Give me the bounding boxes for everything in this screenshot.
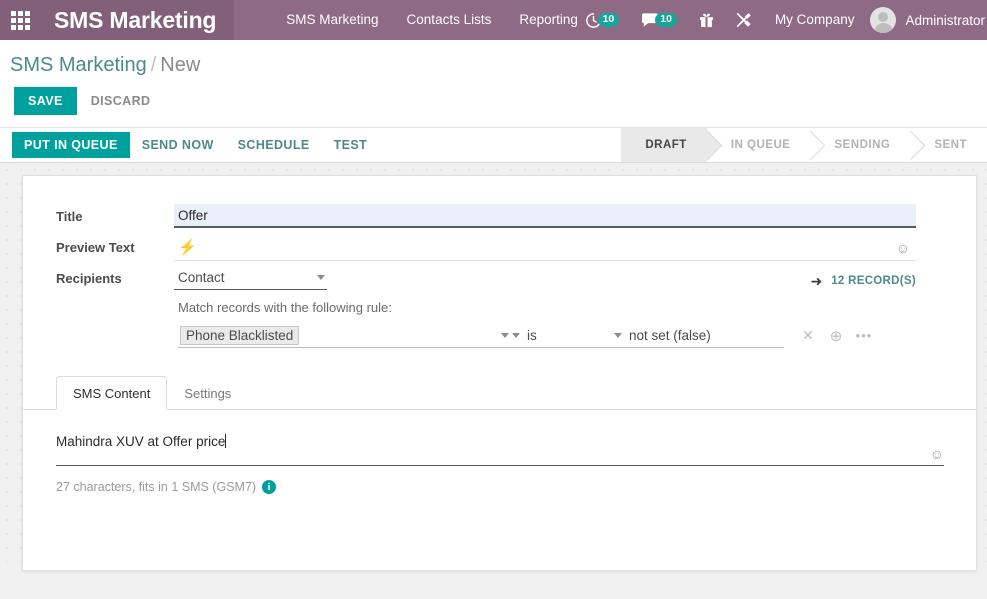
nav-item-sms-marketing[interactable]: SMS Marketing	[272, 0, 392, 40]
breadcrumb: SMS Marketing / New	[0, 40, 987, 83]
form-background: Title Preview Text ⚡ ☺ Recipients Contac…	[0, 163, 987, 571]
rule-operator-value: is	[527, 327, 537, 343]
developer-tools-button[interactable]	[725, 0, 763, 40]
gift-button[interactable]	[688, 0, 725, 40]
field-row-recipients: Recipients Contact Match records with th…	[23, 266, 976, 348]
schedule-button[interactable]: SCHEDULE	[226, 132, 322, 158]
brand-title[interactable]: SMS Marketing	[40, 0, 235, 40]
save-button[interactable]: SAVE	[14, 87, 77, 115]
domain-rule-hint: Match records with the following rule:	[178, 300, 392, 315]
messages-count-badge: 10	[655, 12, 677, 28]
top-navbar: SMS Marketing SMS Marketing Contacts Lis…	[0, 0, 987, 40]
info-icon[interactable]: i	[262, 480, 277, 494]
rule-value-select[interactable]: not set (false)	[614, 323, 784, 348]
gift-icon	[699, 13, 713, 28]
rule-field-select[interactable]: Phone Blacklisted	[178, 323, 512, 348]
rule-value-value: not set (false)	[629, 327, 711, 343]
user-menu[interactable]: Administrator	[866, 7, 985, 33]
preview-text-label: Preview Text	[56, 240, 135, 255]
more-options-icon[interactable]: •••	[852, 324, 876, 348]
user-avatar-icon	[870, 7, 897, 33]
apps-menu-button[interactable]	[0, 0, 40, 40]
preview-text-input[interactable]: ⚡ ☺	[174, 235, 916, 261]
sms-body-text: Mahindra XUV at Offer price	[56, 434, 226, 449]
rule-field-value: Phone Blacklisted	[180, 325, 300, 345]
recipients-selected-value: Contact	[178, 269, 225, 285]
title-label: Title	[56, 209, 83, 224]
stage-draft[interactable]: DRAFT	[621, 128, 707, 162]
tab-settings[interactable]: Settings	[167, 376, 248, 410]
workflow-buttons: PUT IN QUEUE SEND NOW SCHEDULE TEST	[0, 128, 379, 162]
sms-emoji-picker-icon[interactable]: ☺	[930, 446, 944, 462]
delete-rule-icon[interactable]: ✕	[796, 324, 820, 348]
chevron-down-icon	[501, 332, 509, 338]
send-now-button[interactable]: SEND NOW	[130, 132, 226, 158]
tab-sms-content[interactable]: SMS Content	[56, 376, 168, 410]
wrench-tools-icon	[736, 13, 751, 27]
domain-rule-row: Phone Blacklisted is not set (false) ✕ ⊕	[174, 323, 916, 348]
records-count-link[interactable]: ➜ 12 RECORD(S)	[811, 274, 917, 288]
recipients-label: Recipients	[56, 271, 122, 286]
arrow-right-icon: ➜	[810, 273, 823, 289]
navbar-right: 10 10 My Company Administrator	[574, 0, 987, 40]
field-row-title: Title	[23, 204, 976, 230]
activities-button[interactable]: 10	[574, 0, 631, 40]
apps-grid-icon	[10, 10, 30, 30]
chevron-down-icon	[614, 332, 622, 338]
notebook-tabs: SMS Content Settings	[23, 376, 976, 410]
records-count-label: 12 RECORD(S)	[831, 275, 916, 287]
breadcrumb-separator: /	[150, 54, 157, 76]
breadcrumb-root[interactable]: SMS Marketing	[10, 54, 147, 76]
messages-button[interactable]: 10	[630, 0, 688, 40]
add-rule-icon[interactable]: ⊕	[824, 324, 848, 348]
preview-emoji-picker-icon[interactable]: ☺	[896, 241, 910, 255]
sms-body-wrapper: Mahindra XUV at Offer price ☺	[56, 434, 944, 466]
discard-button[interactable]: DISCARD	[77, 87, 165, 115]
rule-operator-select[interactable]: is	[512, 323, 614, 348]
field-row-preview-text: Preview Text ⚡ ☺	[23, 235, 976, 261]
action-statusbar: PUT IN QUEUE SEND NOW SCHEDULE TEST DRAF…	[0, 127, 987, 163]
sms-character-counter: 27 characters, fits in 1 SMS (GSM7) i	[56, 466, 944, 494]
breadcrumb-current: New	[160, 54, 201, 76]
recipients-select[interactable]: Contact	[174, 266, 327, 290]
company-switcher[interactable]: My Company	[763, 0, 867, 40]
user-name-label: Administrator	[905, 12, 985, 28]
test-button[interactable]: TEST	[322, 132, 380, 158]
nav-item-contacts-lists[interactable]: Contacts Lists	[393, 0, 506, 40]
record-actions: SAVE DISCARD	[0, 83, 987, 127]
form-sheet: Title Preview Text ⚡ ☺ Recipients Contac…	[22, 175, 977, 571]
sms-counter-text: 27 characters, fits in 1 SMS (GSM7)	[56, 480, 257, 494]
chevron-down-icon	[512, 332, 520, 338]
sms-body-input[interactable]: Mahindra XUV at Offer price	[56, 434, 944, 465]
chevron-down-icon	[317, 274, 325, 280]
status-pipeline: DRAFT IN QUEUE SENDING SENT	[621, 128, 987, 162]
sms-content-pane: Mahindra XUV at Offer price ☺ 27 charact…	[23, 410, 976, 494]
rule-action-icons: ✕ ⊕ •••	[796, 324, 876, 348]
text-cursor	[225, 434, 227, 448]
lightning-bolt-icon: ⚡	[178, 239, 197, 256]
put-in-queue-button[interactable]: PUT IN QUEUE	[12, 132, 130, 158]
activities-count-badge: 10	[597, 12, 620, 28]
control-panel: SMS Marketing / New SAVE DISCARD	[0, 40, 987, 127]
title-input[interactable]	[174, 204, 916, 228]
